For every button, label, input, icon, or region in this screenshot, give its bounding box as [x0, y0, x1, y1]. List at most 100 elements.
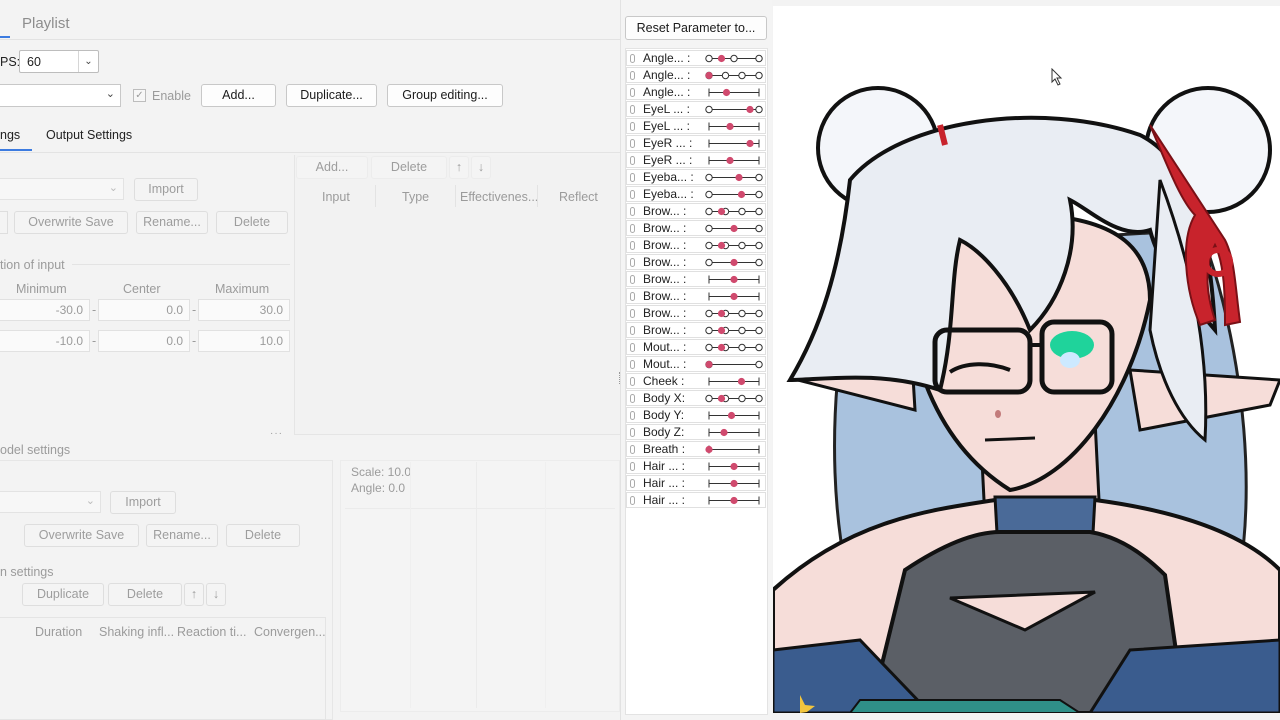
splitter-dots[interactable]: ··· [270, 428, 283, 439]
input-up-button[interactable]: ↑ [449, 156, 469, 179]
up3-button[interactable]: ↑ [184, 583, 204, 606]
param-slider[interactable] [705, 340, 763, 355]
param-row[interactable]: Brow... : [626, 203, 766, 219]
param-slider[interactable] [705, 391, 763, 406]
drag-handle-icon[interactable] [630, 496, 635, 505]
param-row[interactable]: Mout... : [626, 356, 766, 372]
param-row[interactable]: Eyeba... : [626, 186, 766, 202]
param-row[interactable]: Brow... : [626, 220, 766, 236]
param-row[interactable]: Angle... : [626, 84, 766, 100]
param-slider[interactable] [705, 459, 763, 474]
param-slider[interactable] [705, 272, 763, 287]
drag-handle-icon[interactable] [630, 343, 635, 352]
param-row[interactable]: Brow... : [626, 288, 766, 304]
splitter-grip[interactable] [619, 372, 622, 384]
rename2-button[interactable]: Rename... [146, 524, 218, 547]
row2-max[interactable]: 10.0 [198, 330, 290, 352]
param-row[interactable]: EyeR ... : [626, 135, 766, 151]
drag-handle-icon[interactable] [630, 88, 635, 97]
drag-handle-icon[interactable] [630, 411, 635, 420]
param-slider[interactable] [705, 357, 763, 372]
param-row[interactable]: Body Y: [626, 407, 766, 423]
drag-handle-icon[interactable] [630, 309, 635, 318]
param-slider[interactable] [705, 476, 763, 491]
param-row[interactable]: Hair ... : [626, 458, 766, 474]
drag-handle-icon[interactable] [630, 105, 635, 114]
drag-handle-icon[interactable] [630, 292, 635, 301]
param-slider[interactable] [705, 425, 763, 440]
enable-checkbox[interactable]: ✓ [133, 89, 146, 102]
param-slider[interactable] [705, 136, 763, 151]
import-button[interactable]: Import [134, 178, 198, 201]
add-button[interactable]: Add... [201, 84, 276, 107]
drag-handle-icon[interactable] [630, 360, 635, 369]
param-slider[interactable] [705, 442, 763, 457]
drag-handle-icon[interactable] [630, 462, 635, 471]
delete3-button[interactable]: Delete [108, 583, 182, 606]
delete2-button[interactable]: Delete [226, 524, 300, 547]
param-slider[interactable] [705, 221, 763, 236]
input-delete-button[interactable]: Delete [371, 156, 447, 179]
param-row[interactable]: Brow... : [626, 237, 766, 253]
drag-handle-icon[interactable] [630, 54, 635, 63]
reset-parameter-button[interactable]: Reset Parameter to... [625, 16, 767, 40]
param-row[interactable]: Angle... : [626, 50, 766, 66]
overwrite-save-button[interactable]: Overwrite Save [14, 211, 128, 234]
param-row[interactable]: Hair ... : [626, 492, 766, 508]
param-slider[interactable] [705, 102, 763, 117]
drag-handle-icon[interactable] [630, 71, 635, 80]
drag-handle-icon[interactable] [630, 173, 635, 182]
input-down-button[interactable]: ↓ [471, 156, 491, 179]
import2-button[interactable]: Import [110, 491, 176, 514]
param-slider[interactable] [705, 119, 763, 134]
param-slider[interactable] [705, 255, 763, 270]
drag-handle-icon[interactable] [630, 479, 635, 488]
drag-handle-icon[interactable] [630, 394, 635, 403]
param-row[interactable]: Brow... : [626, 305, 766, 321]
drag-handle-icon[interactable] [630, 224, 635, 233]
row1-min[interactable]: -30.0 [0, 299, 90, 321]
overwrite2-save-button[interactable]: Overwrite Save [24, 524, 139, 547]
param-row[interactable]: Cheek : [626, 373, 766, 389]
duplicate3-button[interactable]: Duplicate [22, 583, 104, 606]
row2-center[interactable]: 0.0 [98, 330, 190, 352]
delete-button[interactable]: Delete [216, 211, 288, 234]
drag-handle-icon[interactable] [630, 207, 635, 216]
drag-handle-icon[interactable] [630, 428, 635, 437]
param-slider[interactable] [705, 493, 763, 508]
param-slider[interactable] [705, 51, 763, 66]
drag-handle-icon[interactable] [630, 156, 635, 165]
param-row[interactable]: Eyeba... : [626, 169, 766, 185]
param-row[interactable]: Brow... : [626, 254, 766, 270]
param-row[interactable]: Breath : [626, 441, 766, 457]
input-add-button[interactable]: Add... [296, 156, 368, 179]
drag-handle-icon[interactable] [630, 275, 635, 284]
param-slider[interactable] [705, 238, 763, 253]
down3-button[interactable]: ↓ [206, 583, 226, 606]
param-row[interactable]: Brow... : [626, 271, 766, 287]
drag-handle-icon[interactable] [630, 139, 635, 148]
param-row[interactable]: EyeR ... : [626, 152, 766, 168]
param-slider[interactable] [705, 323, 763, 338]
tab-output-settings[interactable]: Output Settings [46, 128, 132, 142]
param-slider[interactable] [705, 306, 763, 321]
param-slider[interactable] [705, 153, 763, 168]
drag-handle-icon[interactable] [630, 122, 635, 131]
param-row[interactable]: Body X: [626, 390, 766, 406]
param-row[interactable]: Mout... : [626, 339, 766, 355]
row2-min[interactable]: -10.0 [0, 330, 90, 352]
param-slider[interactable] [705, 170, 763, 185]
param-row[interactable]: Angle... : [626, 67, 766, 83]
param-slider[interactable] [705, 187, 763, 202]
drag-handle-icon[interactable] [630, 377, 635, 386]
param-row[interactable]: EyeL ... : [626, 101, 766, 117]
param-slider[interactable] [705, 408, 763, 423]
row1-center[interactable]: 0.0 [98, 299, 190, 321]
drag-handle-icon[interactable] [630, 258, 635, 267]
param-slider[interactable] [705, 68, 763, 83]
drag-handle-icon[interactable] [630, 326, 635, 335]
character-preview[interactable] [773, 6, 1280, 713]
rename-button[interactable]: Rename... [136, 211, 208, 234]
param-row[interactable]: Body Z: [626, 424, 766, 440]
model-select[interactable]: ⌄ [0, 84, 121, 107]
